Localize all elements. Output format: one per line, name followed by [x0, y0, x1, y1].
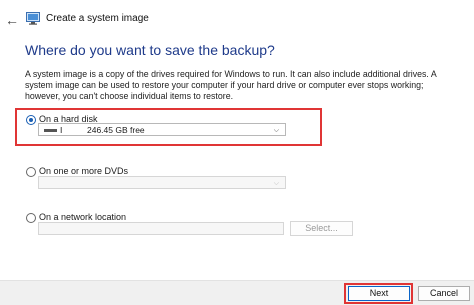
chevron-down-icon: ⌵: [273, 127, 279, 134]
dvds-label[interactable]: On one or more DVDs: [39, 166, 128, 176]
window-title: Create a system image: [46, 13, 149, 24]
next-button[interactable]: Next: [348, 286, 410, 301]
drive-icon: [44, 129, 57, 132]
dvds-radio[interactable]: [26, 167, 36, 177]
drive-letter: I: [60, 125, 63, 135]
network-path-input[interactable]: [38, 222, 284, 235]
cancel-button[interactable]: Cancel: [418, 286, 470, 301]
hard-disk-radio[interactable]: [26, 115, 36, 125]
chevron-down-icon: ⌵: [273, 180, 279, 187]
drive-free-space: 246.45 GB free: [87, 125, 145, 135]
system-image-icon: [26, 12, 40, 25]
page-description: A system image is a copy of the drives r…: [25, 69, 437, 101]
network-label[interactable]: On a network location: [39, 212, 126, 222]
back-arrow-icon[interactable]: ←: [5, 13, 19, 27]
hard-disk-combo[interactable]: I 246.45 GB free ⌵: [38, 123, 286, 136]
network-radio[interactable]: [26, 213, 36, 223]
select-location-button[interactable]: Select...: [290, 221, 353, 236]
page-heading: Where do you want to save the backup?: [25, 42, 275, 58]
dvds-combo[interactable]: ⌵: [38, 176, 286, 189]
